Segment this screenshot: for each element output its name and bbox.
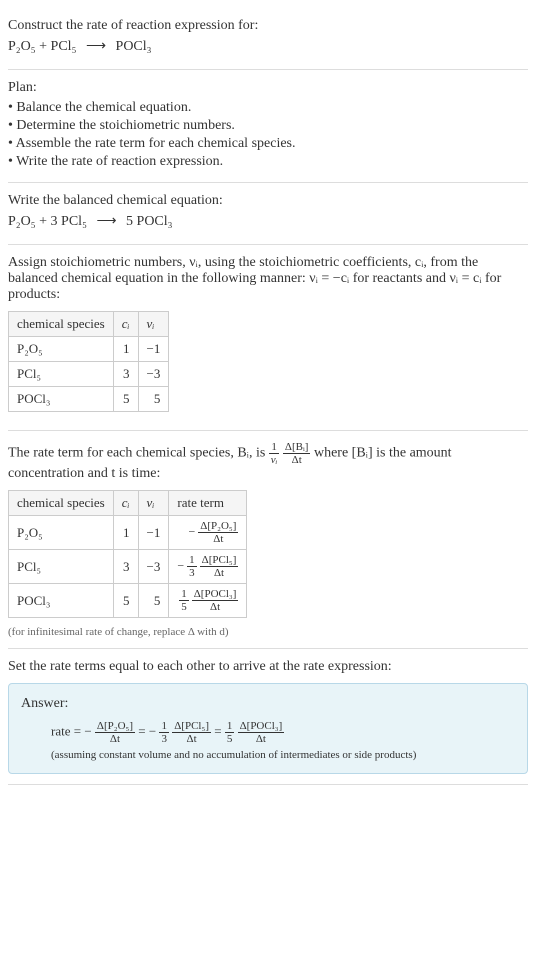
stoich-table: chemical species cᵢ νᵢ P₂O₅ 1 −1 PCl₅ 3 … (8, 311, 169, 412)
balanced-rhs: 5 POCl₃ (126, 214, 173, 229)
cell-rate: − Δ[P₂O₅] Δt (169, 516, 247, 550)
coef-frac: 1 3 (187, 554, 197, 579)
cell-vi: −3 (138, 362, 169, 387)
final-title: Set the rate terms equal to each other t… (8, 659, 528, 675)
col-ci: cᵢ (113, 312, 138, 337)
term2-frac: Δ[PCl₅] Δt (172, 720, 211, 745)
construct-section: Construct the rate of reaction expressio… (8, 8, 528, 70)
plan-section: Plan: • Balance the chemical equation. •… (8, 70, 528, 183)
plan-title: Plan: (8, 80, 528, 96)
cell-species: POCl₃ (9, 584, 114, 618)
cell-rate: − 1 3 Δ[PCl₅] Δt (169, 550, 247, 584)
frac-dBi-dt: Δ[Bᵢ] Δt (283, 441, 311, 466)
cell-vi: −1 (138, 337, 169, 362)
final-section: Set the rate terms equal to each other t… (8, 649, 528, 785)
col-vi: νᵢ (138, 491, 169, 516)
stoich-section: Assign stoichiometric numbers, νᵢ, using… (8, 245, 528, 431)
term1-frac: Δ[P₂O₅] Δt (95, 720, 135, 745)
term2-coef: 1 3 (159, 720, 169, 745)
balanced-section: Write the balanced chemical equation: P₂… (8, 183, 528, 245)
answer-label: Answer: (21, 696, 515, 712)
cell-ci: 3 (113, 362, 138, 387)
frac-1-over-vi: 1 νᵢ (269, 441, 280, 466)
term3-coef: 1 5 (225, 720, 235, 745)
answer-equation: rate = − Δ[P₂O₅] Δt = − 1 3 Δ[PCl₅] Δt =… (51, 720, 515, 745)
cell-vi: 5 (138, 387, 169, 412)
plan-item: • Determine the stoichiometric numbers. (8, 118, 528, 134)
cell-species: PCl₅ (9, 362, 114, 387)
coef-frac: 1 5 (179, 588, 189, 613)
cell-ci: 5 (113, 584, 138, 618)
col-vi: νᵢ (138, 312, 169, 337)
rate-frac: Δ[P₂O₅] Δt (198, 520, 238, 545)
rateterm-section: The rate term for each chemical species,… (8, 431, 528, 649)
answer-footnote: (assuming constant volume and no accumul… (51, 749, 515, 761)
table-row: PCl₅ 3 −3 (9, 362, 169, 387)
rateterm-table: chemical species cᵢ νᵢ rate term P₂O₅ 1 … (8, 490, 247, 618)
table-row: PCl₅ 3 −3 − 1 3 Δ[PCl₅] Δt (9, 550, 247, 584)
rateterm-title: The rate term for each chemical species,… (8, 441, 528, 482)
table-row: P₂O₅ 1 −1 − Δ[P₂O₅] Δt (9, 516, 247, 550)
cell-species: P₂O₅ (9, 516, 114, 550)
col-species: chemical species (9, 491, 114, 516)
balanced-lhs: P₂O₅ + 3 PCl₅ (8, 214, 87, 229)
answer-box: Answer: rate = − Δ[P₂O₅] Δt = − 1 3 Δ[PC… (8, 683, 528, 774)
equation-rhs: POCl₃ (116, 39, 152, 54)
rateterm-footnote: (for infinitesimal rate of change, repla… (8, 626, 528, 638)
cell-vi: 5 (138, 584, 169, 618)
unbalanced-equation: P₂O₅ + PCl₅ ⟶ POCl₃ (8, 38, 528, 55)
cell-rate: 1 5 Δ[POCl₃] Δt (169, 584, 247, 618)
col-rate: rate term (169, 491, 247, 516)
term3-frac: Δ[POCl₃] Δt (238, 720, 285, 745)
plan-item: • Write the rate of reaction expression. (8, 154, 528, 170)
col-species: chemical species (9, 312, 114, 337)
col-ci: cᵢ (113, 491, 138, 516)
plan-item: • Assemble the rate term for each chemic… (8, 136, 528, 152)
cell-ci: 1 (113, 337, 138, 362)
cell-vi: −1 (138, 516, 169, 550)
stoich-title: Assign stoichiometric numbers, νᵢ, using… (8, 255, 528, 303)
rate-label: rate = (51, 723, 84, 738)
table-row: P₂O₅ 1 −1 (9, 337, 169, 362)
cell-species: POCl₃ (9, 387, 114, 412)
cell-ci: 3 (113, 550, 138, 584)
reaction-arrow: ⟶ (86, 39, 106, 54)
cell-species: PCl₅ (9, 550, 114, 584)
table-header-row: chemical species cᵢ νᵢ rate term (9, 491, 247, 516)
reaction-arrow: ⟶ (96, 214, 116, 229)
equation-lhs: P₂O₅ + PCl₅ (8, 39, 76, 54)
plan-list: • Balance the chemical equation. • Deter… (8, 100, 528, 170)
plan-item: • Balance the chemical equation. (8, 100, 528, 116)
cell-ci: 1 (113, 516, 138, 550)
construct-title: Construct the rate of reaction expressio… (8, 18, 528, 34)
table-header-row: chemical species cᵢ νᵢ (9, 312, 169, 337)
balanced-equation: P₂O₅ + 3 PCl₅ ⟶ 5 POCl₃ (8, 213, 528, 230)
table-row: POCl₃ 5 5 (9, 387, 169, 412)
rate-frac: Δ[POCl₃] Δt (192, 588, 239, 613)
balanced-title: Write the balanced chemical equation: (8, 193, 528, 209)
cell-ci: 5 (113, 387, 138, 412)
rate-frac: Δ[PCl₅] Δt (200, 554, 239, 579)
table-row: POCl₃ 5 5 1 5 Δ[POCl₃] Δt (9, 584, 247, 618)
cell-species: P₂O₅ (9, 337, 114, 362)
cell-vi: −3 (138, 550, 169, 584)
